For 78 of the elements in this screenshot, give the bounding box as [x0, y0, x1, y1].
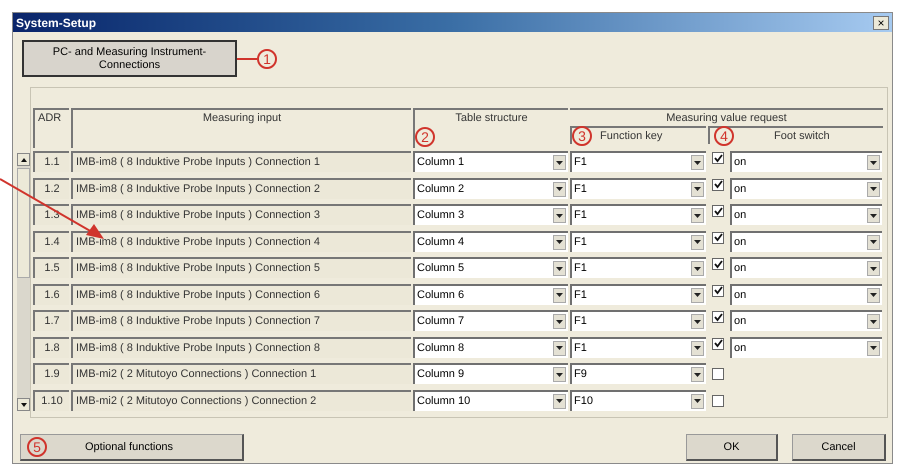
checkbox[interactable]: [712, 368, 724, 380]
address-cell: 1.2: [33, 178, 69, 198]
function-key-dropdown[interactable]: F1: [570, 310, 706, 331]
checkbox[interactable]: [712, 394, 724, 406]
structure-dropdown[interactable]: Column 10: [413, 390, 568, 410]
annotation-marker: 3: [572, 126, 592, 146]
structure-dropdown[interactable]: Column 8: [413, 336, 568, 358]
close-button[interactable]: ×: [873, 16, 889, 30]
input-cell: IMB-im8 ( 8 Induktive Probe Inputs ) Connection 1: [71, 151, 411, 172]
function-key-dropdown[interactable]: F10: [570, 390, 706, 410]
checkbox[interactable]: [712, 258, 724, 270]
checkbox[interactable]: [712, 311, 724, 323]
structure-dropdown[interactable]: Column 4: [413, 230, 568, 252]
input-cell: IMB-im8 ( 8 Induktive Probe Inputs ) Connection 7: [71, 310, 411, 331]
foot-switch-dropdown[interactable]: on: [730, 230, 882, 252]
structure-dropdown[interactable]: Column 1: [413, 151, 568, 172]
annotation-marker: 1: [257, 48, 277, 68]
input-cell: IMB-im8 ( 8 Induktive Probe Inputs ) Connection 3: [71, 204, 411, 225]
checkbox[interactable]: [712, 205, 724, 217]
annotation-marker: 5: [27, 437, 47, 457]
annotation-marker: 2: [415, 126, 435, 146]
function-key-dropdown[interactable]: F1: [570, 257, 706, 278]
structure-dropdown[interactable]: Column 3: [413, 204, 568, 225]
function-key-dropdown[interactable]: F1: [570, 204, 706, 225]
input-cell: IMB-mi2 ( 2 Mitutoyo Connections ) Connection 2: [71, 390, 411, 410]
scroll-thumb[interactable]: [17, 168, 30, 278]
column-header: Measuring value request: [570, 108, 883, 126]
input-cell: IMB-im8 ( 8 Induktive Probe Inputs ) Connection 4: [71, 230, 411, 252]
scroll-up-icon[interactable]: [17, 153, 30, 166]
structure-dropdown[interactable]: Column 7: [413, 310, 568, 331]
foot-switch-dropdown[interactable]: on: [730, 257, 882, 278]
foot-switch-dropdown[interactable]: on: [730, 336, 882, 358]
column-header: Table structure: [455, 111, 528, 126]
foot-switch-dropdown[interactable]: on: [730, 310, 882, 331]
column-header: ADR: [33, 108, 69, 148]
address-cell: 1.4: [33, 230, 69, 252]
address-cell: 1.10: [33, 390, 69, 410]
window-title: System-Setup: [16, 14, 96, 32]
address-cell: 1.5: [33, 257, 69, 278]
input-cell: IMB-im8 ( 8 Induktive Probe Inputs ) Connection 6: [71, 284, 411, 304]
checkbox[interactable]: [712, 178, 724, 190]
cancel-button[interactable]: Cancel: [792, 434, 886, 461]
scroll-down-icon[interactable]: [17, 398, 30, 411]
structure-dropdown[interactable]: Column 5: [413, 257, 568, 278]
address-cell: 1.6: [33, 284, 69, 304]
foot-switch-dropdown[interactable]: on: [730, 284, 882, 304]
checkbox[interactable]: [712, 338, 724, 350]
structure-dropdown[interactable]: Column 2: [413, 178, 568, 198]
address-cell: 1.7: [33, 310, 69, 331]
function-key-dropdown[interactable]: F1: [570, 151, 706, 172]
input-cell: IMB-im8 ( 8 Induktive Probe Inputs ) Connection 2: [71, 178, 411, 198]
scrollbar[interactable]: [17, 153, 30, 411]
function-key-dropdown[interactable]: F1: [570, 178, 706, 198]
column-header: Measuring input: [71, 108, 411, 148]
checkbox[interactable]: [712, 232, 724, 244]
address-cell: 1.8: [33, 336, 69, 358]
structure-dropdown[interactable]: Column 9: [413, 363, 568, 384]
input-cell: IMB-im8 ( 8 Induktive Probe Inputs ) Connection 8: [71, 336, 411, 358]
foot-switch-dropdown[interactable]: on: [730, 178, 882, 198]
annotation-marker: 4: [714, 126, 734, 146]
checkbox[interactable]: [712, 152, 724, 164]
function-key-dropdown[interactable]: F1: [570, 336, 706, 358]
connections-button[interactable]: PC- and Measuring Instrument-Connections: [22, 40, 237, 77]
input-cell: IMB-im8 ( 8 Induktive Probe Inputs ) Connection 5: [71, 257, 411, 278]
foot-switch-dropdown[interactable]: on: [730, 151, 882, 172]
function-key-dropdown[interactable]: F1: [570, 284, 706, 304]
address-cell: 1.9: [33, 363, 69, 384]
address-cell: 1.1: [33, 151, 69, 172]
optional-functions-button[interactable]: 5 Optional functions: [20, 434, 244, 461]
column-header: Function key: [600, 128, 662, 144]
function-key-dropdown[interactable]: F9: [570, 363, 706, 384]
column-header: Foot switch: [774, 128, 830, 144]
input-cell: IMB-mi2 ( 2 Mitutoyo Connections ) Connection 1: [71, 363, 411, 384]
structure-dropdown[interactable]: Column 6: [413, 284, 568, 304]
function-key-dropdown[interactable]: F1: [570, 230, 706, 252]
checkbox[interactable]: [712, 284, 724, 296]
foot-switch-dropdown[interactable]: on: [730, 204, 882, 225]
ok-button[interactable]: OK: [686, 434, 778, 461]
